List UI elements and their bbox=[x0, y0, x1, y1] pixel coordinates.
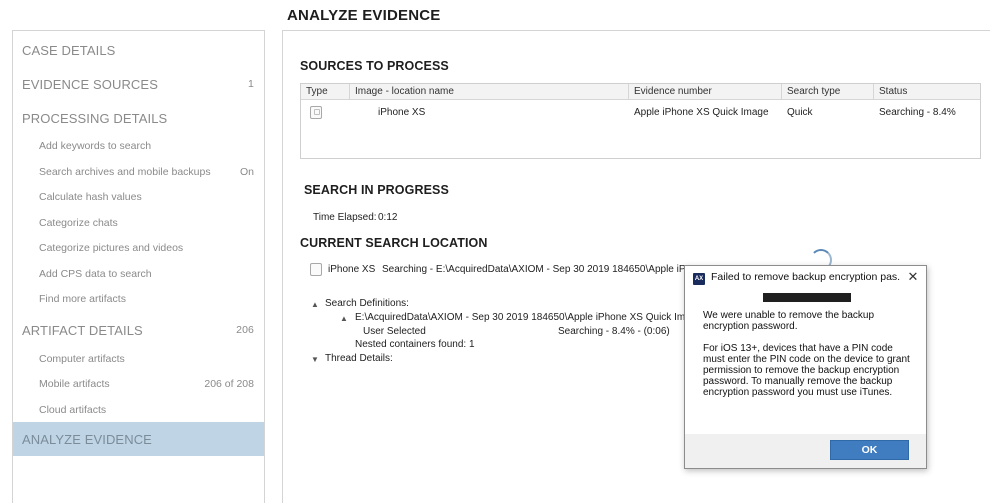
nav-processing-details[interactable]: PROCESSING DETAILS bbox=[13, 102, 264, 134]
nav-add-cps[interactable]: Add CPS data to search bbox=[13, 263, 264, 285]
nav-calculate-hash[interactable]: Calculate hash values bbox=[13, 186, 264, 208]
sources-table: Type Image - location name Evidence numb… bbox=[300, 83, 981, 159]
user-selected-label: User Selected bbox=[363, 326, 426, 337]
nav-sub-label: Cloud artifacts bbox=[39, 404, 107, 416]
nav-sub-label: Computer artifacts bbox=[39, 353, 125, 365]
nav-sub-label: Mobile artifacts bbox=[39, 378, 110, 390]
nav-label: ANALYZE EVIDENCE bbox=[22, 431, 152, 447]
elapsed-label: Time Elapsed: bbox=[313, 212, 377, 223]
dialog-message: We were unable to remove the backup encr… bbox=[703, 310, 875, 332]
dialog-title: Failed to remove backup encryption pas..… bbox=[711, 271, 901, 283]
artifact-details-count: 206 bbox=[236, 324, 254, 336]
nav-categorize-chats[interactable]: Categorize chats bbox=[13, 212, 264, 234]
chevron-up-icon[interactable]: ▲ bbox=[340, 314, 348, 323]
ok-button[interactable]: OK bbox=[830, 440, 909, 460]
location-title: CURRENT SEARCH LOCATION bbox=[300, 236, 488, 250]
nav-sub-label: Categorize pictures and videos bbox=[39, 242, 184, 254]
col-status[interactable]: Status bbox=[874, 84, 980, 100]
nested-containers: Nested containers found: 1 bbox=[355, 339, 475, 350]
col-type[interactable]: Type bbox=[301, 84, 350, 100]
nav-case-details[interactable]: CASE DETAILS bbox=[13, 34, 264, 66]
cell-evidence-number: Apple iPhone XS Quick Image bbox=[634, 107, 769, 118]
nav-add-keywords[interactable]: Add keywords to search bbox=[13, 135, 264, 157]
thread-details-label[interactable]: Thread Details: bbox=[325, 353, 393, 364]
axiom-app-icon: AX bbox=[693, 273, 705, 285]
nav-computer-artifacts[interactable]: Computer artifacts bbox=[13, 348, 264, 370]
location-device: iPhone XS bbox=[328, 264, 376, 275]
close-icon[interactable]: ✕ bbox=[906, 270, 920, 284]
nav-sub-label: Calculate hash values bbox=[39, 191, 142, 203]
nav-sub-label: Search archives and mobile backups bbox=[39, 166, 211, 178]
dialog-message: For iOS 13+, devices that have a PIN cod… bbox=[703, 343, 910, 398]
nav-sub-label: Add CPS data to search bbox=[39, 268, 152, 280]
chevron-up-icon[interactable]: ▲ bbox=[311, 300, 319, 309]
sources-title: SOURCES TO PROCESS bbox=[300, 59, 449, 73]
evidence-sources-count: 1 bbox=[248, 78, 254, 90]
cell-search-type: Quick bbox=[787, 107, 813, 118]
sources-table-header: Type Image - location name Evidence numb… bbox=[301, 84, 980, 100]
error-dialog: AX Failed to remove backup encryption pa… bbox=[684, 265, 927, 469]
nav-label: EVIDENCE SOURCES bbox=[22, 76, 158, 92]
chevron-down-icon[interactable]: ▼ bbox=[311, 355, 319, 364]
cell-name: iPhone XS bbox=[378, 107, 426, 118]
mobile-artifacts-value: 206 of 208 bbox=[204, 378, 254, 390]
search-archives-value: On bbox=[239, 166, 254, 178]
nav-search-archives[interactable]: Search archives and mobile backups On bbox=[13, 161, 264, 183]
user-selected-status: Searching - 8.4% - (0:06) bbox=[558, 326, 670, 337]
phone-image-icon bbox=[310, 106, 322, 119]
nav-label: ARTIFACT DETAILS bbox=[22, 322, 143, 338]
nav-label: CASE DETAILS bbox=[22, 42, 116, 58]
col-evidence-number[interactable]: Evidence number bbox=[629, 84, 782, 100]
phone-image-icon bbox=[310, 263, 322, 276]
nav-sub-label: Categorize chats bbox=[39, 217, 118, 229]
redacted-block bbox=[763, 293, 851, 302]
nav-find-more-artifacts[interactable]: Find more artifacts bbox=[13, 288, 264, 310]
nav-categorize-pictures[interactable]: Categorize pictures and videos bbox=[13, 237, 264, 259]
cell-status: Searching - 8.4% bbox=[879, 107, 956, 118]
search-definitions-label[interactable]: Search Definitions: bbox=[325, 298, 409, 309]
location-path: Searching - E:\AcquiredData\AXIOM - Sep … bbox=[382, 264, 684, 275]
nav-analyze-evidence[interactable]: ANALYZE EVIDENCE bbox=[13, 422, 264, 456]
page-title: ANALYZE EVIDENCE bbox=[287, 7, 441, 24]
nav-mobile-artifacts[interactable]: Mobile artifacts 206 of 208 bbox=[13, 373, 264, 395]
table-row[interactable]: iPhone XS Apple iPhone XS Quick Image Qu… bbox=[301, 102, 980, 124]
nav-sub-label: Find more artifacts bbox=[39, 293, 126, 305]
nav-artifact-details[interactable]: ARTIFACT DETAILS 206 bbox=[13, 314, 264, 346]
nav-label: PROCESSING DETAILS bbox=[22, 110, 168, 126]
dialog-footer: OK bbox=[685, 434, 926, 468]
dialog-body: We were unable to remove the backup encr… bbox=[703, 310, 917, 398]
progress-title: SEARCH IN PROGRESS bbox=[304, 183, 449, 197]
col-search-type[interactable]: Search type bbox=[782, 84, 874, 100]
sidebar: CASE DETAILS EVIDENCE SOURCES 1 PROCESSI… bbox=[12, 30, 265, 503]
col-image-location[interactable]: Image - location name bbox=[350, 84, 629, 100]
definition-path: E:\AcquiredData\AXIOM - Sep 30 2019 1846… bbox=[355, 312, 684, 323]
nav-sub-label: Add keywords to search bbox=[39, 140, 152, 152]
nav-evidence-sources[interactable]: EVIDENCE SOURCES 1 bbox=[13, 68, 264, 100]
elapsed-value: 0:12 bbox=[378, 212, 398, 223]
nav-cloud-artifacts[interactable]: Cloud artifacts bbox=[13, 399, 264, 421]
